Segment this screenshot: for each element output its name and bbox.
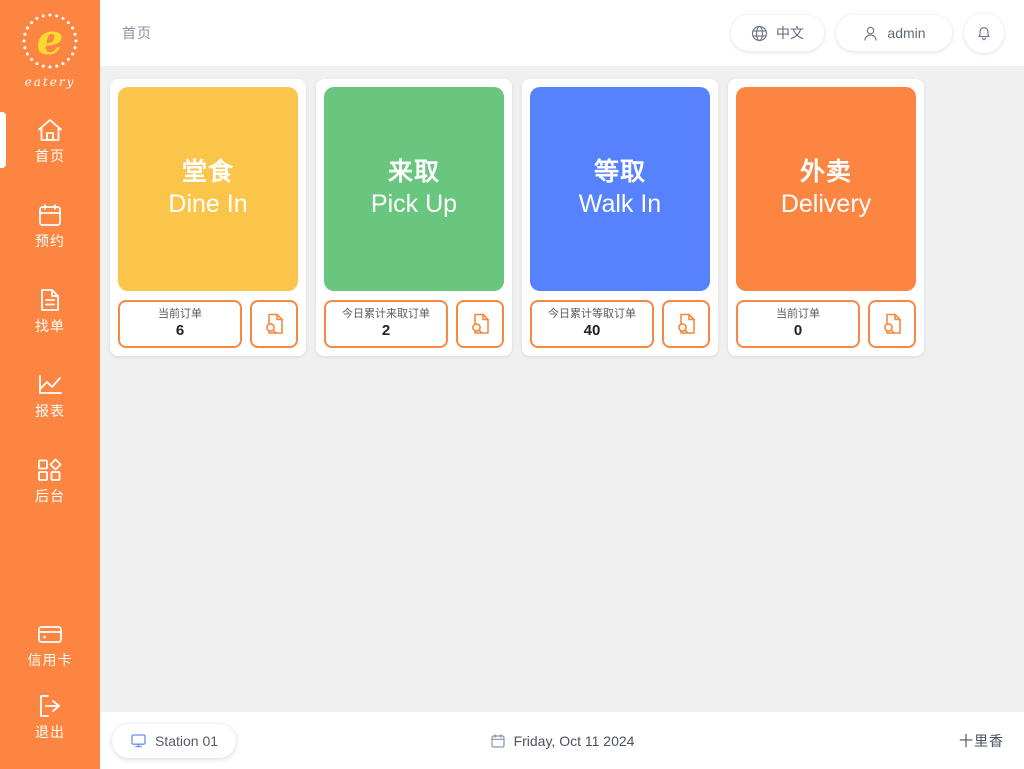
sidebar-item-label: 报表 xyxy=(35,403,65,419)
sidebar-item-reports[interactable]: 报表 xyxy=(0,366,100,424)
tile-label-zh: 外卖 xyxy=(799,158,852,187)
sidebar-item-label: 预约 xyxy=(35,233,65,249)
order-type-tile-delivery[interactable]: 外卖 Delivery xyxy=(736,87,916,291)
tile-label-zh: 等取 xyxy=(593,158,646,187)
order-count-box[interactable]: 当前订单 6 xyxy=(118,300,242,348)
order-count-label: 当前订单 xyxy=(158,307,202,320)
calendar-icon xyxy=(490,733,506,749)
sidebar-bottom-nav: 信用卡 退出 xyxy=(0,615,100,759)
tile-label-en: Walk In xyxy=(578,190,662,219)
user-icon xyxy=(862,25,879,42)
app-root: e eatery 首页 预约 找单 报表 后台 信用卡 退出 首页 中文 adm… xyxy=(0,0,1024,769)
sidebar-item-backoffice[interactable]: 后台 xyxy=(0,451,100,509)
order-type-tile-walk-in[interactable]: 等取 Walk In xyxy=(530,87,710,291)
order-type-tile-dine-in[interactable]: 堂食 Dine In xyxy=(118,87,298,291)
dashboard-squares-icon xyxy=(36,457,64,483)
order-count-box[interactable]: 今日累计等取订单 40 xyxy=(530,300,654,348)
sidebar-item-label: 后台 xyxy=(35,488,65,504)
document-icon xyxy=(38,287,62,313)
sidebar-item-logout[interactable]: 退出 xyxy=(0,687,100,745)
card-footer: 今日累计来取订单 2 xyxy=(324,300,504,348)
language-switcher-button[interactable]: 中文 xyxy=(731,15,824,51)
store-name: 十里香 xyxy=(959,732,1004,749)
globe-icon xyxy=(751,25,768,42)
bell-icon xyxy=(975,24,993,42)
order-count-value: 2 xyxy=(381,322,391,340)
main-column: 首页 中文 admin 堂食 Dine In 当前订单 6 来取 Pick Up… xyxy=(100,0,1024,769)
sidebar-item-label: 首页 xyxy=(35,148,65,164)
sidebar-item-home[interactable]: 首页 xyxy=(0,111,100,169)
order-search-button[interactable] xyxy=(662,300,710,348)
sidebar-item-label: 找单 xyxy=(35,318,65,334)
status-bar: Station 01 Friday, Oct 11 2024 十里香 xyxy=(100,712,1024,769)
logo-letter: e xyxy=(36,15,64,64)
card-footer: 当前订单 6 xyxy=(118,300,298,348)
content-area: 堂食 Dine In 当前订单 6 来取 Pick Up 今日累计来取订单 2 … xyxy=(100,67,1024,712)
chart-line-icon xyxy=(36,372,64,398)
tile-label-en: Pick Up xyxy=(370,190,458,219)
order-count-box[interactable]: 今日累计来取订单 2 xyxy=(324,300,448,348)
sidebar-nav: 首页 预约 找单 报表 后台 xyxy=(0,111,100,536)
document-search-icon xyxy=(467,311,493,337)
document-search-icon xyxy=(879,311,905,337)
sidebar: e eatery 首页 预约 找单 报表 后台 信用卡 退出 xyxy=(0,0,100,769)
sidebar-item-label: 信用卡 xyxy=(27,652,73,668)
order-card: 来取 Pick Up 今日累计来取订单 2 xyxy=(316,79,512,356)
logout-icon xyxy=(36,693,64,719)
sidebar-item-find-order[interactable]: 找单 xyxy=(0,281,100,339)
brand-logo: e eatery xyxy=(0,12,100,89)
order-type-tile-pick-up[interactable]: 来取 Pick Up xyxy=(324,87,504,291)
card-footer: 今日累计等取订单 40 xyxy=(530,300,710,348)
station-label: Station 01 xyxy=(155,732,219,749)
order-card: 堂食 Dine In 当前订单 6 xyxy=(110,79,306,356)
document-search-icon xyxy=(261,311,287,337)
document-search-icon xyxy=(673,311,699,337)
user-label: admin xyxy=(887,25,926,41)
station-selector-button[interactable]: Station 01 xyxy=(112,723,237,758)
logo-circle: e xyxy=(21,12,79,70)
breadcrumb: 首页 xyxy=(122,25,152,41)
order-type-cards: 堂食 Dine In 当前订单 6 来取 Pick Up 今日累计来取订单 2 … xyxy=(110,79,1014,356)
order-count-value: 6 xyxy=(175,322,185,340)
sidebar-item-credit-card[interactable]: 信用卡 xyxy=(0,615,100,673)
order-search-button[interactable] xyxy=(250,300,298,348)
logo-wordmark: eatery xyxy=(24,75,76,89)
notifications-button[interactable] xyxy=(964,13,1004,53)
sidebar-item-label: 退出 xyxy=(35,724,65,740)
current-date: Friday, Oct 11 2024 xyxy=(432,733,692,749)
order-count-value: 0 xyxy=(793,322,803,340)
card-footer: 当前订单 0 xyxy=(736,300,916,348)
order-count-label: 今日累计来取订单 xyxy=(342,307,430,320)
date-text: Friday, Oct 11 2024 xyxy=(513,732,635,749)
credit-card-icon xyxy=(36,621,64,647)
order-card: 外卖 Delivery 当前订单 0 xyxy=(728,79,924,356)
language-label: 中文 xyxy=(776,25,804,41)
order-count-label: 当前订单 xyxy=(776,307,820,320)
order-count-box[interactable]: 当前订单 0 xyxy=(736,300,860,348)
user-menu-button[interactable]: admin xyxy=(836,15,952,51)
order-search-button[interactable] xyxy=(456,300,504,348)
tile-label-zh: 来取 xyxy=(387,158,440,187)
order-count-label: 今日累计等取订单 xyxy=(548,307,636,320)
monitor-icon xyxy=(130,732,147,749)
calendar-icon xyxy=(37,202,63,228)
order-count-value: 40 xyxy=(583,322,601,340)
header-actions: 中文 admin xyxy=(731,13,1004,53)
top-header: 首页 中文 admin xyxy=(100,0,1024,67)
tile-label-en: Dine In xyxy=(168,190,248,219)
sidebar-item-reservation[interactable]: 预约 xyxy=(0,196,100,254)
tile-label-en: Delivery xyxy=(780,190,872,219)
home-icon xyxy=(36,117,64,143)
order-search-button[interactable] xyxy=(868,300,916,348)
tile-label-zh: 堂食 xyxy=(181,158,234,187)
order-card: 等取 Walk In 今日累计等取订单 40 xyxy=(522,79,718,356)
